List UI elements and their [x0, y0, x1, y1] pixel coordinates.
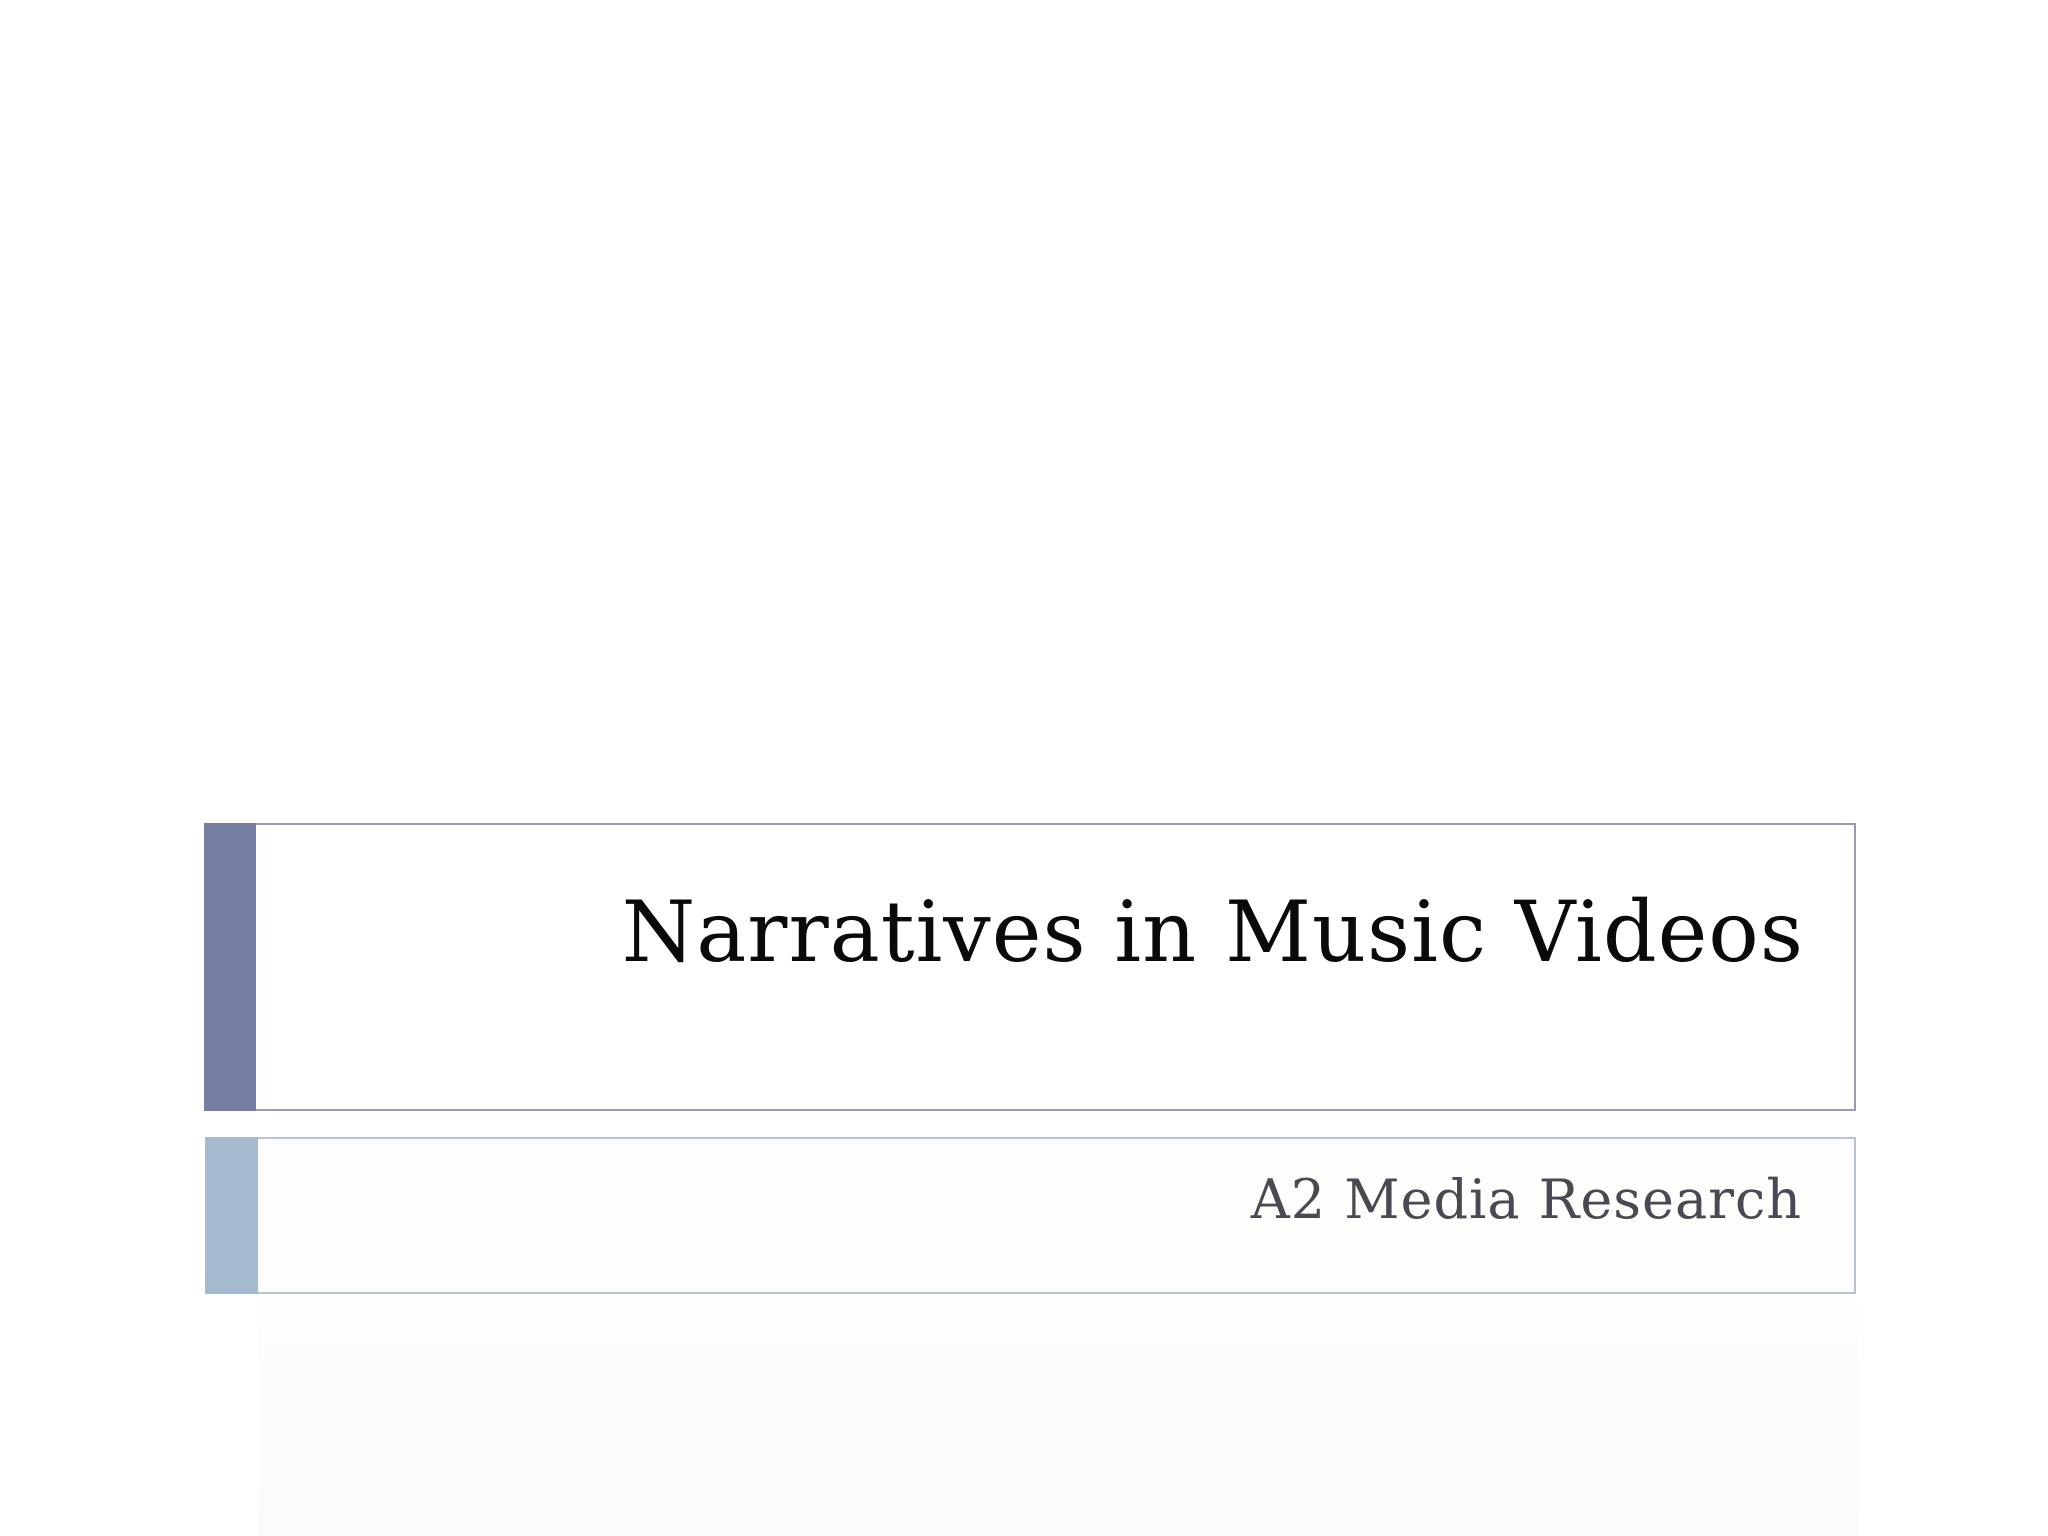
subtitle-accent-bar — [205, 1137, 258, 1294]
background-shade — [258, 1302, 1858, 1536]
slide: Narratives in Music Videos A2 Media Rese… — [0, 0, 2048, 1536]
slide-subtitle[interactable]: A2 Media Research — [1251, 1173, 1802, 1227]
slide-title[interactable]: Narratives in Music Videos — [622, 890, 1804, 974]
title-accent-bar — [204, 823, 256, 1111]
